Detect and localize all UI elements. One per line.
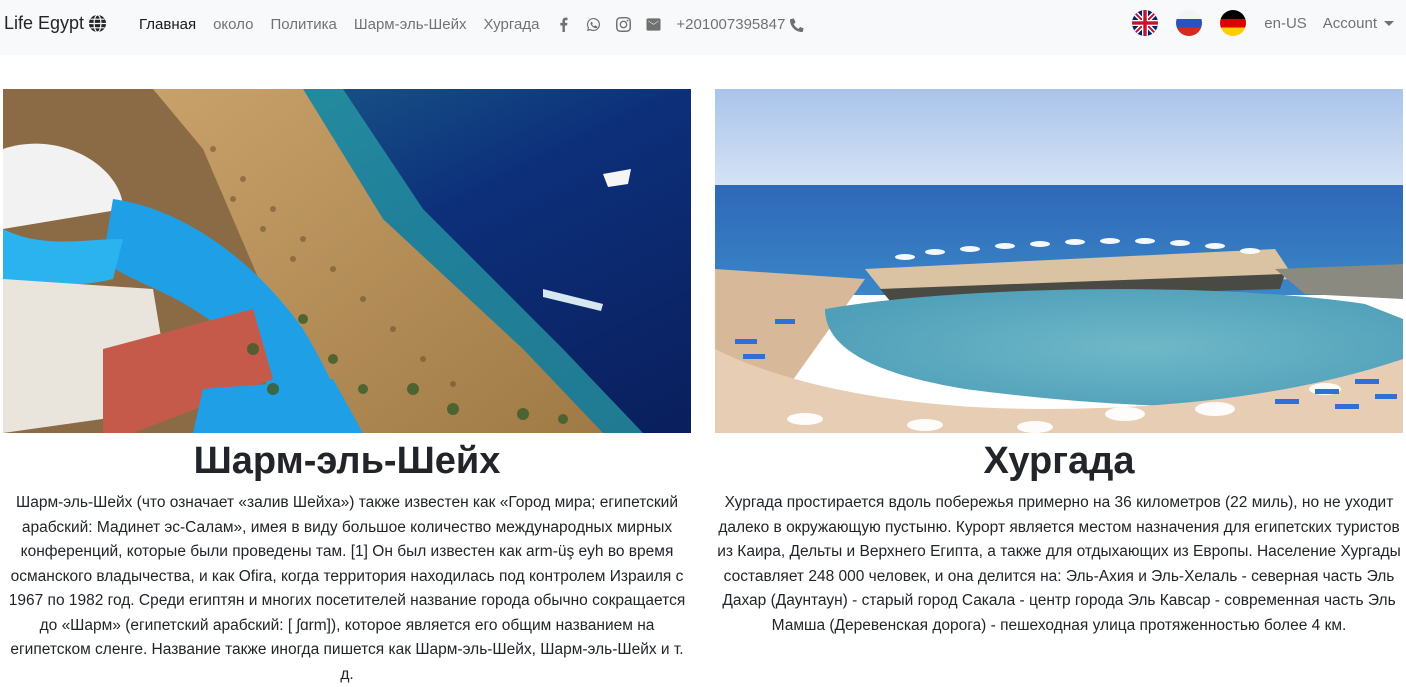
phone-icon [790,18,804,32]
nav-sharm[interactable]: Шарм-эль-Шейх [354,16,467,33]
instagram-icon[interactable] [616,17,632,32]
brand-name: Life Egypt [4,13,85,33]
uk-flag-icon[interactable] [1132,10,1159,36]
germany-flag-icon[interactable] [1220,10,1247,36]
sharm-card: Шарм-эль-Шейх Шарм-эль-Шейх (что означае… [3,89,691,687]
top-navbar: Life Egypt Главная около Политика Шарм-э… [0,0,1406,55]
hurghada-title: Хургада [983,440,1135,482]
right-nav: en-US Account [1132,10,1394,36]
envelope-icon[interactable] [646,17,661,32]
whatsapp-icon[interactable] [586,17,601,32]
account-dropdown[interactable]: Account [1323,15,1394,32]
phone-number: +201007395847 [676,16,786,33]
sharm-title: Шарм-эль-Шейх [193,440,501,482]
phone-link[interactable]: +201007395847 [676,16,804,33]
nav-home[interactable]: Главная [139,16,196,33]
nav-policy[interactable]: Политика [270,16,336,33]
nav-about[interactable]: около [213,16,253,33]
hurghada-photo[interactable] [715,89,1403,433]
brand-link[interactable]: Life Egypt [4,13,107,34]
locale-link[interactable]: en-US [1264,15,1307,32]
main-nav: Главная около Политика Шарм-эль-Шейх Хур… [139,16,804,33]
account-label: Account [1322,14,1377,32]
sharm-photo[interactable] [3,89,691,433]
globe-icon [89,14,107,33]
facebook-icon[interactable] [556,17,571,32]
chevron-down-icon [1384,20,1394,26]
nav-hurghada[interactable]: Хургада [483,16,539,33]
hurghada-card: Хургада Хургада простирается вдоль побер… [715,89,1403,638]
sharm-text: Шарм-эль-Шейх (что означает «залив Шейха… [8,494,686,683]
russia-flag-icon[interactable] [1176,10,1203,36]
hurghada-text: Хургада простирается вдоль побережья при… [717,494,1401,634]
